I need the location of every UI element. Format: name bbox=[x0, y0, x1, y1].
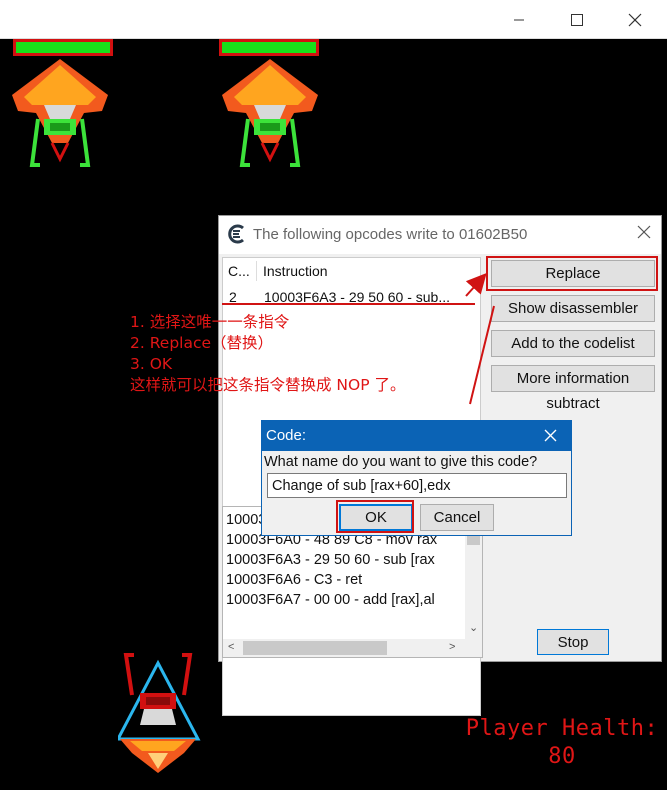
app-window: Player Health: 80 The following opcodes … bbox=[0, 0, 667, 790]
annotation-arrows bbox=[465, 273, 495, 405]
arrow-to-replace bbox=[465, 273, 487, 297]
arrow-to-ok bbox=[469, 305, 495, 405]
